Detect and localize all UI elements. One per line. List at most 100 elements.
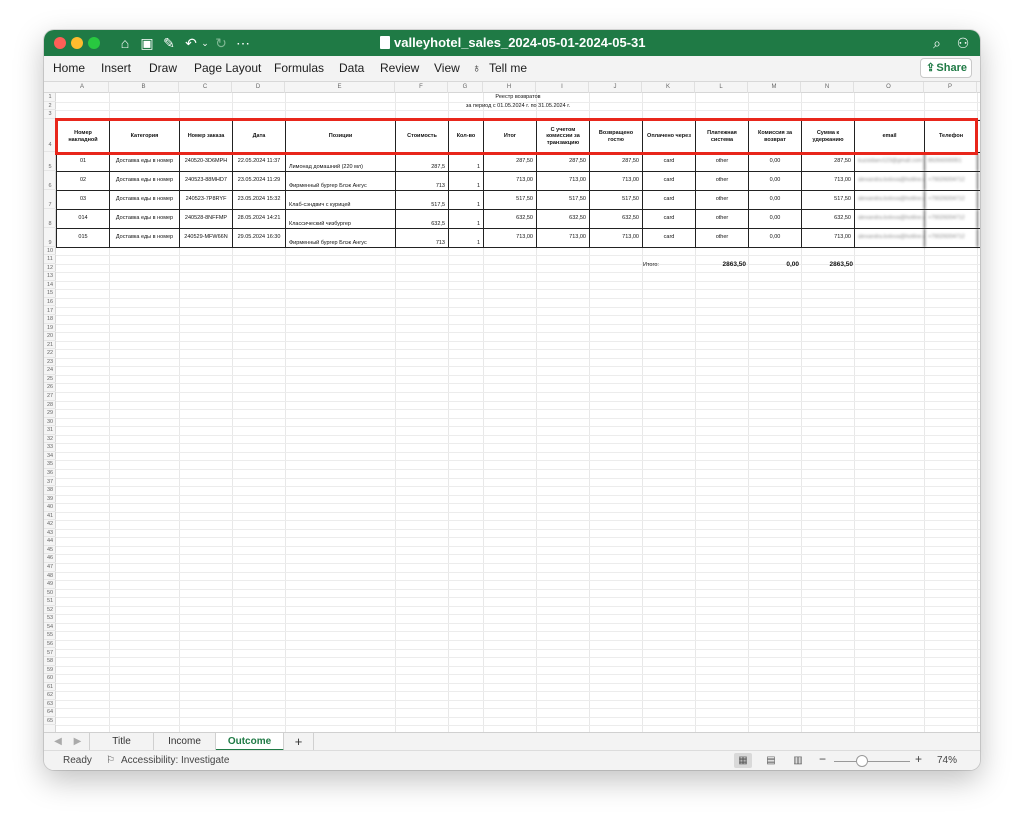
table-cell-item[interactable]: Клаб-сэндвич с курицей [286,191,396,209]
table-cell-cost[interactable]: 517,5 [396,191,449,209]
column-header[interactable]: N [801,82,854,93]
row-header[interactable]: 62 [44,691,56,700]
menu-review[interactable]: Review [380,61,419,75]
row-header[interactable]: 65 [44,717,56,726]
table-cell-returned[interactable]: 287,50 [590,153,643,171]
table-cell-item[interactable]: Классический чизбургер [286,210,396,228]
row-header[interactable]: 40 [44,503,56,512]
table-cell-system[interactable]: other [696,191,749,209]
row-header[interactable]: 57 [44,649,56,658]
normal-view-icon[interactable]: ▦ [734,753,752,768]
row-header[interactable]: 63 [44,700,56,709]
column-header[interactable]: L [695,82,748,93]
table-cell-item[interactable]: Фирменный бургер Блэк Ангус [286,172,396,190]
row-header[interactable]: 14 [44,281,56,290]
table-cell-qty[interactable]: 1 [449,172,484,190]
table-cell-qty[interactable]: 1 [449,191,484,209]
table-cell-cost[interactable]: 713 [396,172,449,190]
table-cell-cat[interactable]: Доставка еды в номер [110,153,180,171]
table-cell-total[interactable]: 713,00 [484,229,537,247]
header-cell[interactable]: Комиссия за возврат [749,121,802,152]
menu-data[interactable]: Data [339,61,364,75]
header-cell[interactable]: Номер заказа [180,121,233,152]
table-cell-date[interactable]: 28.05.2024 14:21 [233,210,286,228]
table-cell-system[interactable]: other [696,210,749,228]
tab-outcome[interactable]: Outcome [216,733,284,751]
row-header[interactable]: 35 [44,460,56,469]
search-icon[interactable]: ⌕ [928,34,946,52]
header-cell[interactable]: Категория [110,121,180,152]
menu-insert[interactable]: Insert [101,61,131,75]
table-cell-hold[interactable]: 632,50 [802,210,855,228]
row-header[interactable]: 17 [44,307,56,316]
row-header[interactable]: 5 [44,152,56,171]
row-header[interactable]: 48 [44,572,56,581]
table-cell-cat[interactable]: Доставка еды в номер [110,172,180,190]
table-cell-paid[interactable]: card [643,210,696,228]
table-cell-hold[interactable]: 713,00 [802,229,855,247]
header-cell[interactable]: Платежная система [696,121,749,152]
row-header[interactable]: 25 [44,375,56,384]
table-cell-cost[interactable]: 287,5 [396,153,449,171]
table-cell-date[interactable]: 23.05.2024 11:29 [233,172,286,190]
zoom-slider-track[interactable] [834,761,910,762]
add-sheet-icon[interactable]: + [284,733,314,751]
column-header[interactable]: G [448,82,483,93]
table-cell-with_fee[interactable]: 287,50 [537,153,590,171]
row-header[interactable]: 42 [44,520,56,529]
row-header[interactable]: 19 [44,324,56,333]
column-header[interactable]: H [483,82,536,93]
table-cell-phone[interactable]: 89266000051 [925,153,978,171]
row-header[interactable]: 49 [44,580,56,589]
table-cell-num[interactable]: 02 [57,172,110,190]
row-header[interactable]: 13 [44,272,56,281]
page-break-view-icon[interactable]: ▥ [789,753,807,768]
menu-view[interactable]: View [434,61,460,75]
totals-fee[interactable]: 0,00 [749,261,799,268]
header-cell[interactable]: Оплачено через [643,121,696,152]
header-cell[interactable]: Кол-во [449,121,484,152]
row-header[interactable]: 2 [44,102,56,111]
row-header[interactable]: 30 [44,418,56,427]
row-header[interactable]: 12 [44,264,56,273]
table-cell-num[interactable]: 015 [57,229,110,247]
row-header[interactable]: 60 [44,674,56,683]
table-cell-order[interactable]: 240529-MFW66N [180,229,233,247]
row-header[interactable]: 18 [44,315,56,324]
table-cell-paid[interactable]: card [643,229,696,247]
redo-icon[interactable]: ↻ [212,34,230,52]
row-header[interactable]: 44 [44,537,56,546]
home-icon[interactable]: ⌂ [116,34,134,52]
accessibility-status[interactable]: Accessibility: Investigate [121,755,229,766]
column-header[interactable]: F [395,82,448,93]
menu-formulas[interactable]: Formulas [274,61,324,75]
column-header[interactable]: J [589,82,642,93]
table-cell-cost[interactable]: 632,5 [396,210,449,228]
row-header[interactable]: 10 [44,247,56,256]
row-header[interactable]: 41 [44,512,56,521]
table-cell-qty[interactable]: 1 [449,229,484,247]
zoom-slider-knob[interactable] [856,755,868,767]
table-cell-date[interactable]: 29.05.2024 16:30 [233,229,286,247]
table-cell-total[interactable]: 517,50 [484,191,537,209]
table-cell-system[interactable]: other [696,229,749,247]
header-cell[interactable]: С учетом комиссии за транзакцию [537,121,590,152]
header-cell[interactable]: Дата [233,121,286,152]
table-cell-cat[interactable]: Доставка еды в номер [110,210,180,228]
table-cell-phone[interactable]: +79026004712 [925,191,978,209]
table-cell-total[interactable]: 287,50 [484,153,537,171]
table-cell-email[interactable]: alexandra.bolova@hotline.ru [855,191,925,209]
row-header[interactable]: 45 [44,546,56,555]
row-header[interactable]: 61 [44,683,56,692]
accessibility-icon[interactable]: ⚐ [106,755,115,766]
row-header[interactable]: 43 [44,529,56,538]
row-header[interactable]: 55 [44,631,56,640]
table-cell-order[interactable]: 240528-8NFFMP [180,210,233,228]
table-cell-hold[interactable]: 517,50 [802,191,855,209]
table-cell-system[interactable]: other [696,153,749,171]
table-cell-hold[interactable]: 287,50 [802,153,855,171]
header-cell[interactable]: Сумма к удержанию [802,121,855,152]
row-header[interactable]: 3 [44,110,56,119]
column-header[interactable]: M [748,82,801,93]
row-header[interactable]: 16 [44,298,56,307]
